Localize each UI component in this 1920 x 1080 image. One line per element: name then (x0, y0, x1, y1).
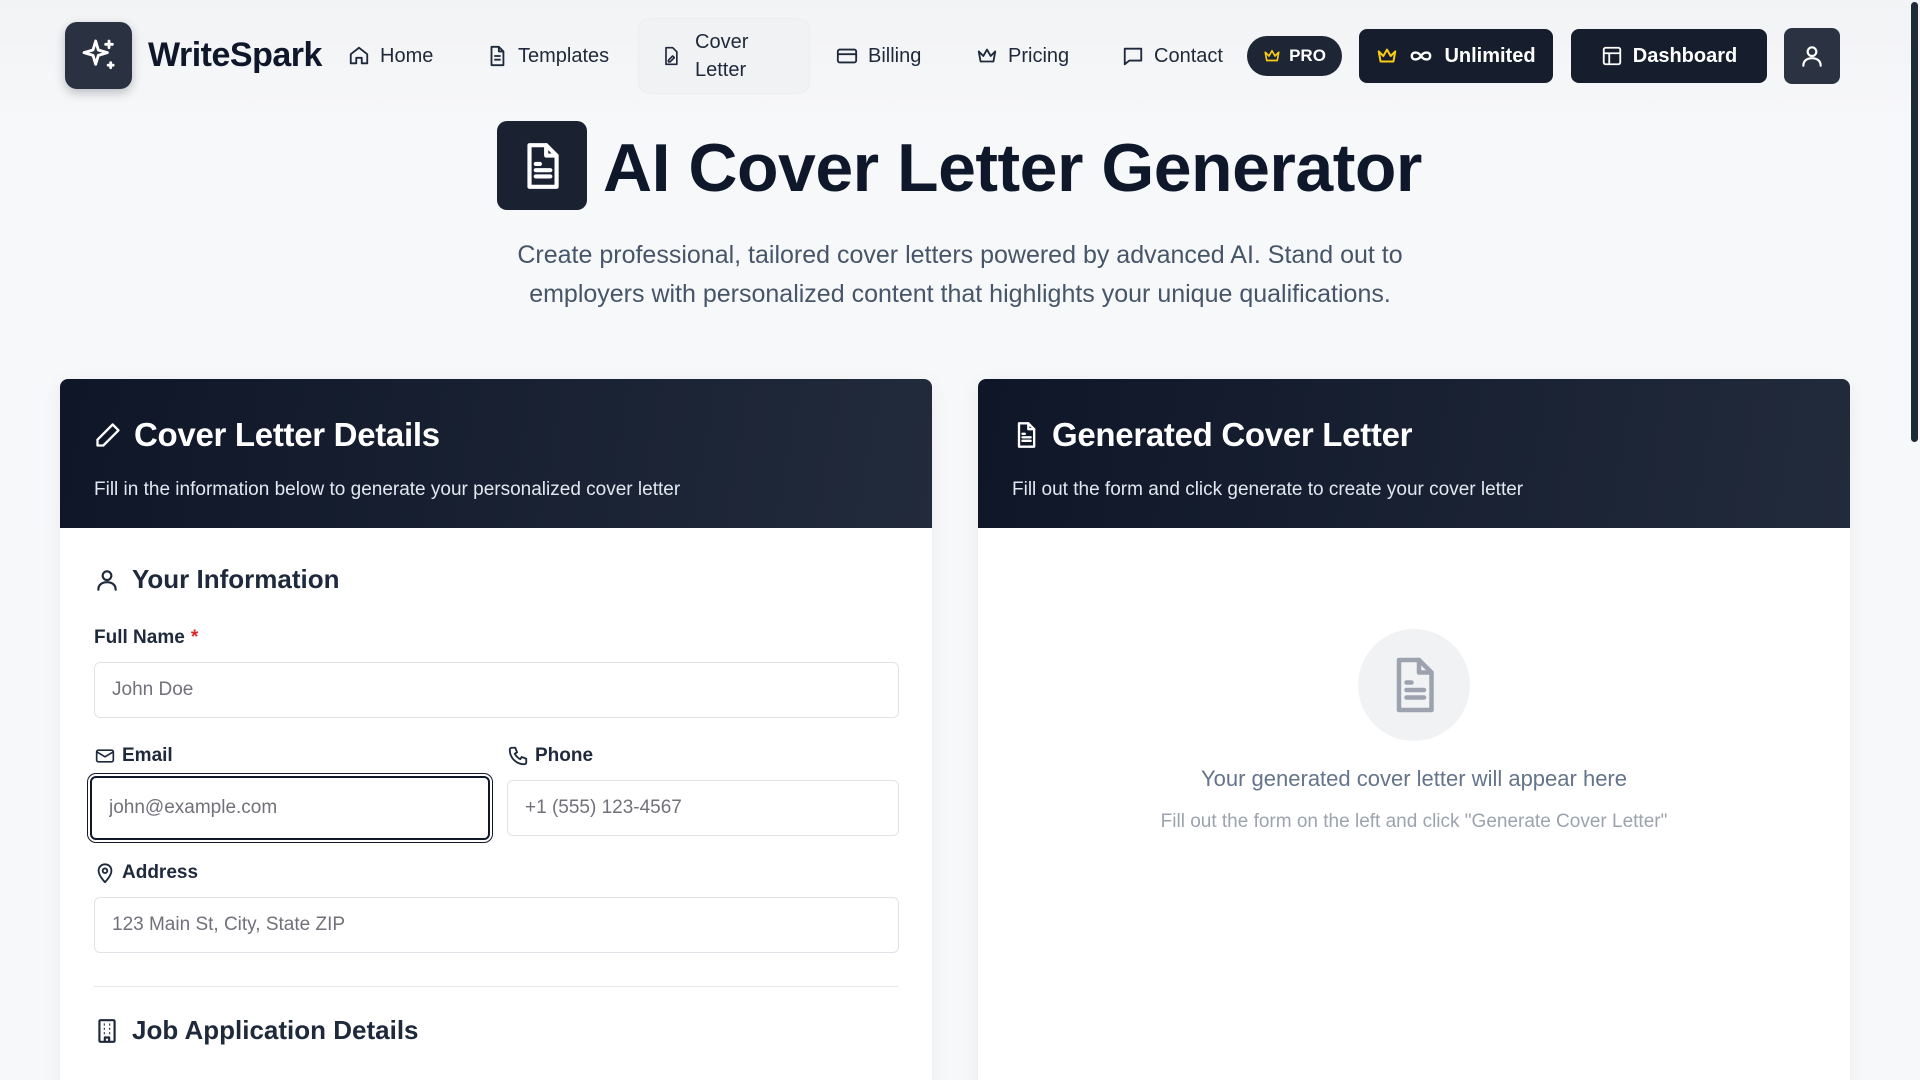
your-information-heading: Your Information (94, 564, 340, 595)
infinity-icon (1411, 51, 1432, 61)
your-information-text: Your Information (132, 564, 340, 594)
job-application-heading: Job Application Details (94, 1015, 419, 1046)
required-marker: * (190, 627, 199, 648)
message-icon (1123, 47, 1143, 66)
card-header: Generated Cover Letter Fill out the form… (978, 379, 1850, 528)
dashboard-label: Dashboard (1632, 44, 1738, 67)
home-icon (349, 46, 369, 65)
map-pin-icon (97, 863, 113, 884)
job-application-text: Job Application Details (132, 1015, 419, 1045)
logo[interactable] (65, 22, 132, 89)
credit-card-icon (836, 48, 858, 64)
nav-home[interactable]: Home (348, 0, 433, 112)
user-menu-button[interactable] (1784, 28, 1840, 84)
document-icon (1017, 422, 1036, 448)
file-edit-icon (665, 46, 678, 66)
user-icon (1802, 46, 1822, 67)
crown-icon (1378, 48, 1397, 63)
empty-state-title: Your generated cover letter will appear … (1200, 766, 1627, 791)
page-subtitle: Create professional, tailored cover lett… (517, 241, 1403, 308)
cover-letter-details-card: Cover Letter Details Fill in the informa… (60, 379, 932, 1080)
nav-pricing[interactable]: Pricing (976, 0, 1069, 112)
nav-contact[interactable]: Contact (1122, 0, 1223, 112)
section-divider (94, 986, 898, 987)
empty-state-hint: Fill out the form on the left and click … (1160, 811, 1668, 832)
unlimited-label: Unlimited (1444, 44, 1536, 67)
address-input[interactable] (94, 897, 899, 953)
phone-label: Phone (507, 745, 593, 767)
generated-cover-letter-card: Generated Cover Letter Fill out the form… (978, 379, 1850, 1080)
phone-input[interactable] (507, 780, 899, 836)
nav-templates[interactable]: Templates (486, 0, 609, 112)
pencil-icon (96, 423, 120, 447)
nav-pricing-label: Pricing (1008, 44, 1070, 67)
nav-billing[interactable]: Billing (836, 0, 921, 112)
building-icon (98, 1018, 116, 1043)
card-description: Fill out the form and click generate to … (1012, 479, 1524, 500)
hero-document-badge (497, 121, 587, 210)
nav-billing-label: Billing (868, 44, 922, 67)
page-scrollbar[interactable] (1908, 0, 1920, 1080)
address-label: Address (94, 862, 198, 884)
document-icon (490, 45, 505, 67)
card-title: Generated Cover Letter (1012, 416, 1412, 454)
full-name-label-text: Full Name (94, 627, 185, 648)
card-title-text: Generated Cover Letter (1052, 416, 1413, 453)
pro-badge: PRO (1247, 36, 1342, 76)
mail-icon (95, 749, 115, 763)
crown-icon (1264, 49, 1280, 62)
nav-cover-letter[interactable]: Cover Letter (638, 18, 810, 94)
nav-contact-label: Contact (1154, 44, 1223, 67)
email-label-text: Email (122, 745, 173, 766)
empty-state-badge (1358, 629, 1470, 741)
pro-badge-label: PRO (1289, 46, 1326, 65)
phone-icon (508, 746, 528, 766)
crown-icon (977, 48, 997, 63)
sparkles-icon (82, 39, 115, 69)
card-title: Cover Letter Details (94, 416, 440, 454)
unlimited-button[interactable]: Unlimited (1359, 29, 1553, 83)
full-name-label: Full Name * (94, 627, 198, 649)
scrollbar-thumb[interactable] (1911, 2, 1918, 442)
nav-home-label: Home (380, 44, 434, 67)
card-title-text: Cover Letter Details (134, 416, 440, 453)
nav-cover-letter-label: Cover Letter (695, 31, 749, 81)
email-label: Email (94, 745, 173, 767)
full-name-input[interactable] (94, 662, 899, 718)
brand-name[interactable]: WriteSpark (148, 36, 322, 75)
address-label-text: Address (122, 862, 199, 883)
layout-icon (1602, 46, 1621, 66)
card-header: Cover Letter Details Fill in the informa… (60, 379, 932, 528)
phone-label-text: Phone (535, 745, 594, 766)
document-icon (527, 142, 559, 189)
page-title: AI Cover Letter Generator (603, 130, 1422, 206)
email-input[interactable] (90, 776, 490, 840)
nav-templates-label: Templates (518, 44, 610, 67)
user-icon (97, 569, 117, 591)
top-navbar: WriteSpark Home Templates Cover Letter B… (0, 0, 1920, 112)
document-icon (1396, 657, 1434, 713)
card-description: Fill in the information below to generat… (94, 479, 681, 500)
dashboard-button[interactable]: Dashboard (1571, 29, 1767, 83)
